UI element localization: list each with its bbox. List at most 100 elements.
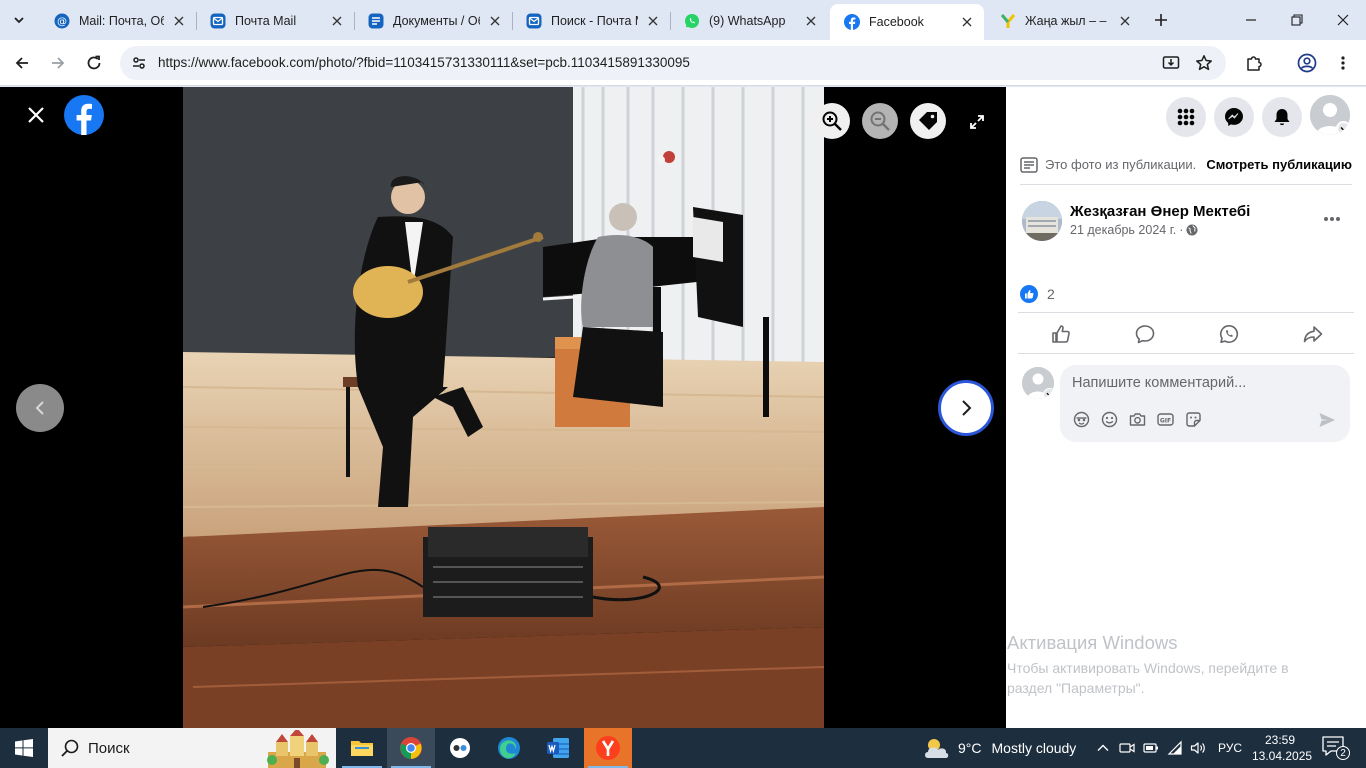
sticker-button[interactable] <box>1183 409 1203 429</box>
tag-photo-button[interactable] <box>910 103 946 139</box>
notifications-button[interactable] <box>1262 97 1302 137</box>
restore-button[interactable] <box>1274 0 1320 40</box>
zoom-out-icon <box>870 111 890 131</box>
close-viewer-button[interactable] <box>22 101 50 129</box>
close-icon[interactable] <box>170 12 188 30</box>
previous-photo-button[interactable] <box>16 384 64 432</box>
new-tab-button[interactable] <box>1150 9 1172 31</box>
next-photo-button[interactable] <box>938 380 994 436</box>
taskbar-search[interactable]: Поиск <box>48 728 336 768</box>
send-icon <box>1319 413 1335 427</box>
tab-search-mail[interactable]: Поиск - Почта М <box>512 6 670 36</box>
share-button[interactable] <box>1300 321 1326 347</box>
close-icon[interactable] <box>1116 12 1134 30</box>
avatar-sticker-button[interactable] <box>1071 409 1091 429</box>
clock[interactable]: 23:59 13.04.2025 <box>1252 732 1313 764</box>
reactions-summary[interactable]: 2 <box>1020 284 1055 304</box>
photo-viewer <box>0 87 1006 728</box>
search-icon <box>61 739 79 757</box>
taskbar-word[interactable] <box>534 728 582 768</box>
comment-input[interactable]: Напишите комментарий... <box>1072 375 1246 391</box>
bookmark-button[interactable] <box>1192 51 1216 75</box>
profile-button[interactable] <box>1294 50 1320 76</box>
weather-widget[interactable]: 9°C Mostly cloudy <box>922 728 1076 768</box>
tab-title: Поиск - Почта М <box>551 14 638 28</box>
close-icon[interactable] <box>958 13 976 31</box>
menu-button[interactable] <box>1166 97 1206 137</box>
tray-volume[interactable] <box>1188 738 1208 758</box>
taskbar-file-explorer[interactable] <box>338 728 386 768</box>
fullscreen-button[interactable] <box>964 109 990 135</box>
taskbar-app-launcher[interactable] <box>436 728 484 768</box>
address-bar[interactable]: https://www.facebook.com/photo/?fbid=110… <box>120 46 1226 80</box>
photo-attach-button[interactable] <box>1127 409 1147 429</box>
send-whatsapp-button[interactable] <box>1216 321 1242 347</box>
close-icon[interactable] <box>802 12 820 30</box>
url-text[interactable]: https://www.facebook.com/photo/?fbid=110… <box>158 55 690 70</box>
tab-documents[interactable]: Документы / Об <box>354 6 512 36</box>
post-options-button[interactable] <box>1318 207 1346 231</box>
account-avatar[interactable] <box>1310 95 1350 135</box>
expand-icon <box>970 115 984 129</box>
tray-battery[interactable] <box>1141 738 1161 758</box>
mail-ru-icon: @ <box>54 13 70 29</box>
close-icon[interactable] <box>486 12 504 30</box>
gif-button[interactable]: GIF <box>1155 409 1175 429</box>
concert-photo[interactable] <box>183 87 824 728</box>
input-language[interactable]: РУС <box>1218 741 1242 755</box>
photo-illustration <box>183 87 824 728</box>
author-avatar[interactable] <box>1022 201 1062 241</box>
tab-yandex[interactable]: Жаңа жыл – – п <box>986 6 1142 36</box>
taskbar-chrome[interactable] <box>387 728 435 768</box>
install-app-button[interactable] <box>1159 51 1183 75</box>
back-button[interactable] <box>9 50 35 76</box>
whatsapp-icon <box>684 13 700 29</box>
start-button[interactable] <box>0 728 48 768</box>
reload-button[interactable] <box>81 50 107 76</box>
close-window-button[interactable] <box>1320 0 1366 40</box>
emoji-button[interactable] <box>1099 409 1119 429</box>
taskbar-edge[interactable] <box>485 728 533 768</box>
forward-button[interactable] <box>45 50 71 76</box>
chevron-left-icon <box>35 401 44 415</box>
chrome-icon <box>400 737 422 759</box>
notification-center-button[interactable]: 2 <box>1322 736 1350 760</box>
bell-icon <box>1274 109 1290 126</box>
close-icon[interactable] <box>644 12 662 30</box>
tab-title: Почта Mail <box>235 14 297 28</box>
messenger-button[interactable] <box>1214 97 1254 137</box>
browser-menu-button[interactable] <box>1330 50 1356 76</box>
tab-facebook[interactable]: Facebook <box>830 4 984 40</box>
comment-button[interactable] <box>1132 321 1158 347</box>
messenger-icon <box>1225 108 1243 126</box>
zoom-out-button[interactable] <box>862 103 898 139</box>
svg-text:GIF: GIF <box>1159 417 1170 424</box>
tab-whatsapp[interactable]: (9) WhatsApp <box>670 6 828 36</box>
like-button[interactable] <box>1048 321 1074 347</box>
tab-pochta-mail[interactable]: Почта Mail <box>196 6 354 36</box>
from-post-label: Это фото из публикации. <box>1045 157 1197 172</box>
site-info-button[interactable] <box>127 51 151 75</box>
taskbar-yandex-browser[interactable] <box>584 728 632 768</box>
facebook-logo[interactable] <box>64 95 104 135</box>
commenter-avatar[interactable] <box>1022 367 1054 399</box>
clock-date: 13.04.2025 <box>1252 749 1313 763</box>
from-post-bar: Это фото из публикации. Смотреть публика… <box>1020 155 1352 185</box>
svg-text:@: @ <box>57 17 67 28</box>
show-hidden-icons-button[interactable] <box>1093 738 1113 758</box>
tray-network[interactable] <box>1165 738 1185 758</box>
author-name[interactable]: Жезқазған Өнер Мектебі <box>1070 203 1250 220</box>
extensions-button[interactable] <box>1241 50 1267 76</box>
send-comment-button[interactable] <box>1316 409 1338 431</box>
tab-search-button[interactable] <box>6 7 32 33</box>
close-icon[interactable] <box>328 12 346 30</box>
tab-title: (9) WhatsApp <box>709 14 786 28</box>
post-date-text[interactable]: 21 декабрь 2024 г. <box>1070 223 1176 237</box>
view-post-link[interactable]: Смотреть публикацию <box>1206 157 1352 172</box>
yandex-browser-icon <box>596 736 620 760</box>
tab-mail-ru[interactable]: @ Mail: Почта, Обл <box>40 6 196 36</box>
zoom-in-button[interactable] <box>814 103 850 139</box>
minimize-button[interactable] <box>1228 0 1274 40</box>
folder-icon <box>351 741 373 756</box>
tray-meet-now[interactable] <box>1117 738 1137 758</box>
